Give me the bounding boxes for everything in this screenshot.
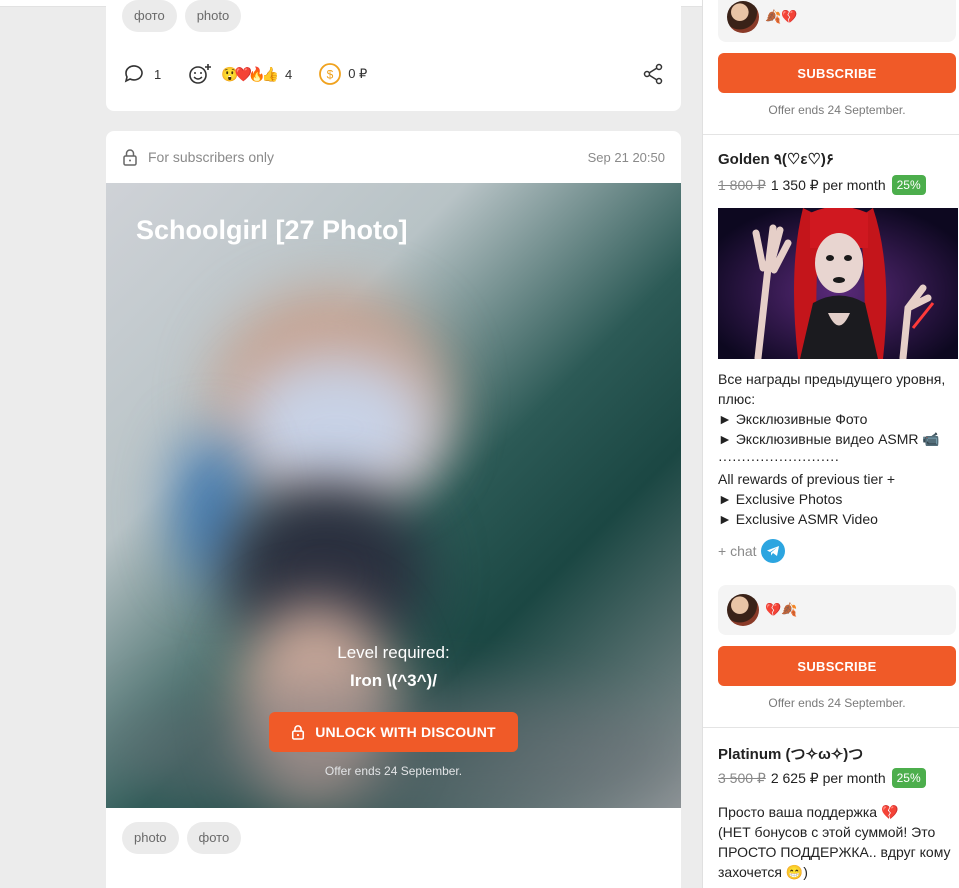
tag-chip[interactable]: фото [186,822,242,854]
comments-button[interactable]: 1 [122,62,161,86]
telegram-icon [760,539,785,563]
blur-shape [236,353,436,503]
share-button[interactable] [641,62,665,89]
offer-note: Offer ends 24 September. [324,764,463,778]
visibility-label: For subscribers only [148,149,275,165]
lock-icon [292,725,305,740]
subscription-sidebar: 🍂💔 SUBSCRIBE Offer ends 24 September. Go… [702,0,959,888]
current-price: 1 350 ₽ per month [770,176,886,193]
offer-note: Offer ends 24 September. [768,696,906,710]
old-price: 3 500 ₽ [718,769,766,786]
chat-perk: + chat [718,539,785,563]
tier-description-platinum: Просто ваша поддержка 💔 (НЕТ бонусов с э… [718,804,951,880]
tier-price-golden: 1 800 ₽ 1 350 ₽ per month 25% [718,175,926,195]
avatar [727,1,759,33]
chat-label: + chat [718,543,757,559]
post-card-locked: For subscribers only Sep 21 20:50 School… [106,131,681,888]
subscribe-button[interactable]: SUBSCRIBE [718,53,956,93]
tier-supporters: 💔🍂 [718,585,956,635]
unlock-button-label: UNLOCK WITH DISCOUNT [315,724,496,740]
locked-preview: Schoolgirl [27 Photo] Level required: Ir… [106,183,681,808]
comment-icon [124,65,143,83]
add-reaction-button[interactable] [187,62,213,86]
tag-chip[interactable]: фото [122,0,177,32]
discount-badge: 25% [891,768,926,788]
old-price: 1 800 ₽ [718,176,766,193]
offer-note: Offer ends 24 September. [768,103,906,117]
reactions-summary[interactable]: 😲❤️🔥👍 4 [221,66,292,83]
post-card-previous: фото photo 1 😲❤️🔥👍 4 $ 0 ₽ [106,0,681,111]
avatar [727,594,759,626]
reactions-count: 4 [284,66,293,82]
tier-supporters: 🍂💔 [718,0,956,42]
donations-amount: 0 ₽ [348,66,368,81]
comments-count: 1 [154,66,162,82]
tier-divider [703,727,959,728]
tier-description-golden: Все награды предыдущего уровня, плюс: ► … [718,371,946,527]
post-title: Schoolgirl [27 Photo] [136,215,408,245]
tier-name-platinum: Platinum (つ✧ω✧)つ [718,746,864,763]
post-tags: photo фото [122,822,242,854]
tier-preview-art [718,208,958,359]
reactions-emoji: 😲❤️🔥👍 [221,65,279,82]
level-required-label: Level required: [337,643,450,662]
supporter-emoji: 💔🍂 [765,602,798,617]
discount-badge: 25% [891,175,926,195]
level-required-name: Iron \(^3^)/ [350,671,437,690]
add-reaction-icon [189,64,212,84]
unlock-button[interactable]: UNLOCK WITH DISCOUNT [269,712,518,752]
post-date: Sep 21 20:50 [587,149,665,165]
coin-icon: $ [319,63,342,85]
tier-price-platinum: 3 500 ₽ 2 625 ₽ per month 25% [718,768,926,788]
post-header: For subscribers only Sep 21 20:50 [122,146,665,168]
supporter-emoji: 🍂💔 [765,9,798,24]
lock-icon [123,149,137,166]
tag-chip[interactable]: photo [122,822,179,854]
donate-button[interactable]: $ 0 ₽ [318,62,367,86]
post-tags: фото photo [122,0,242,32]
current-price: 2 625 ₽ per month [770,769,886,786]
tier-name-golden: Golden ٩(♡ε♡)۶ [718,151,834,168]
subscribe-button[interactable]: SUBSCRIBE [718,646,956,686]
share-icon [643,63,663,85]
post-stats: 1 😲❤️🔥👍 4 $ 0 ₽ [122,62,665,86]
tag-chip[interactable]: photo [184,0,242,32]
tier-image-golden [718,208,958,359]
tier-divider [703,134,959,135]
svg-text:$: $ [327,68,334,82]
